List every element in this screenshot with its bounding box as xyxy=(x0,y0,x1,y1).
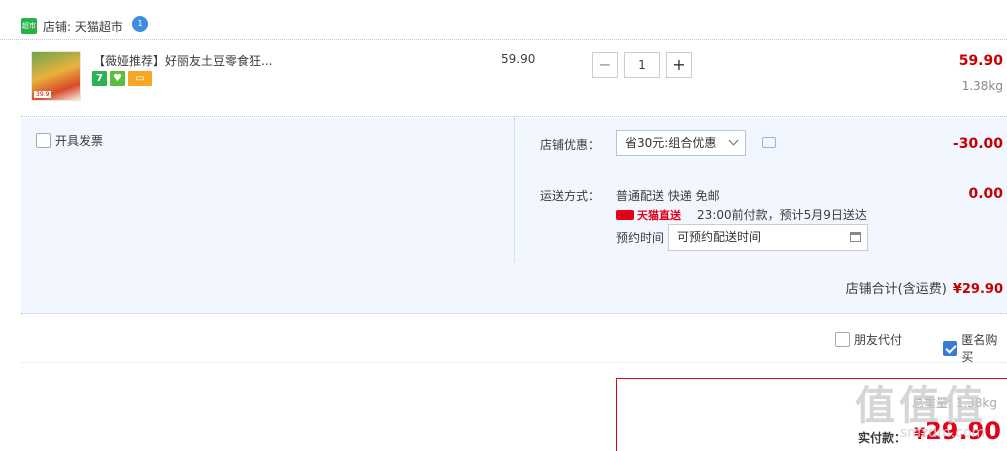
unit-price: 59.90 xyxy=(501,52,536,66)
appointment-placeholder: 可预约配送时间 xyxy=(677,230,762,244)
shield-icon[interactable]: ♥ xyxy=(110,71,125,86)
store-total: 店铺合计(含运费) ¥29.90 xyxy=(846,278,1003,297)
promo-amount: -30.00 xyxy=(952,136,1003,152)
store-total-amount: ¥29.90 xyxy=(952,282,1003,297)
invoice-label: 开具发票 xyxy=(55,134,104,148)
seven-day-return-icon[interactable]: 7 xyxy=(92,71,107,86)
actual-payment-value: 29.90 xyxy=(925,417,1001,445)
quantity-input[interactable]: 1 xyxy=(624,52,660,78)
comment-icon[interactable] xyxy=(762,137,776,148)
actual-payment-amount: ¥29.90 xyxy=(914,417,1001,445)
thumbnail-price-tag: 39.9 xyxy=(34,91,52,98)
tmall-cat-icon xyxy=(616,210,634,220)
order-detail-panel: 开具发票 店铺优惠： 省30元:组合优惠 -30.00 运送方式： 普通配送 快… xyxy=(21,118,1007,314)
actual-payment-label: 实付款： xyxy=(858,431,907,445)
invoice-checkbox[interactable] xyxy=(36,133,51,148)
calendar-icon[interactable] xyxy=(850,232,861,242)
anonymous-purchase-label: 匿名购买 xyxy=(961,333,998,364)
anonymous-purchase-checkbox[interactable] xyxy=(943,340,958,356)
item-title-link[interactable]: 【薇娅推荐】好丽友土豆零食狂... xyxy=(93,52,272,69)
store-promo-label: 店铺优惠： xyxy=(540,138,601,152)
item-weight: 1.38kg xyxy=(961,79,1003,93)
item-thumbnail[interactable]: 39.9 xyxy=(31,51,81,101)
invoice-section: 开具发票 xyxy=(21,118,515,262)
tmall-direct-logo: 天猫直送 xyxy=(616,207,681,223)
shipping-method: 普通配送 快递 免邮 xyxy=(616,189,720,203)
quantity-decrease-button[interactable]: − xyxy=(592,52,618,78)
shipping-label: 运送方式： xyxy=(540,189,601,203)
item-badges: 7 ♥ ▭ xyxy=(92,71,152,86)
friend-pay-label: 朋友代付 xyxy=(854,333,903,347)
anonymous-purchase-option[interactable]: 匿名购买 xyxy=(943,331,1007,365)
invoice-option[interactable]: 开具发票 xyxy=(36,132,103,149)
appointment-time-input[interactable]: 可预约配送时间 xyxy=(668,224,868,251)
friend-pay-option[interactable]: 朋友代付 xyxy=(835,331,902,348)
store-header: 超市 店铺: 天猫超市 1 xyxy=(0,0,1007,40)
promo-selected-value: 省30元:组合优惠 xyxy=(625,136,717,150)
total-weight: 总重量: 1.38kg xyxy=(911,396,997,410)
wangwang-chat-icon[interactable]: 1 xyxy=(132,16,148,32)
payment-summary-box: 总重量: 1.38kg 实付款： ¥29.90 xyxy=(616,378,1007,451)
card-icon[interactable]: ▭ xyxy=(128,71,152,86)
delivery-eta: 23:00前付款，预计5月9日送达 xyxy=(697,208,867,222)
currency-symbol: ¥ xyxy=(913,424,926,443)
store-icon: 超市 xyxy=(21,18,37,34)
shipping-amount: 0.00 xyxy=(968,186,1003,202)
quantity-increase-button[interactable]: + xyxy=(666,52,692,78)
item-subtotal: 59.90 xyxy=(958,53,1003,69)
store-name-link[interactable]: 天猫超市 xyxy=(75,20,123,34)
cart-item-row: 39.9 【薇娅推荐】好丽友土豆零食狂... 7 ♥ ▭ 59.90 − 1 +… xyxy=(21,41,1007,117)
quantity-stepper: − 1 + xyxy=(592,52,692,78)
store-total-label: 店铺合计(含运费) xyxy=(845,282,947,297)
store-label: 店铺: 天猫超市 xyxy=(43,18,123,35)
appointment-label: 预约时间 xyxy=(616,231,665,245)
chevron-down-icon xyxy=(728,135,739,146)
friend-pay-checkbox[interactable] xyxy=(835,332,850,347)
checkout-options: 朋友代付 匿名购买 xyxy=(21,315,1007,365)
store-promo-select[interactable]: 省30元:组合优惠 xyxy=(616,130,746,156)
store-label-prefix: 店铺: xyxy=(43,20,75,34)
tmall-direct-label: 天猫直送 xyxy=(637,209,681,222)
